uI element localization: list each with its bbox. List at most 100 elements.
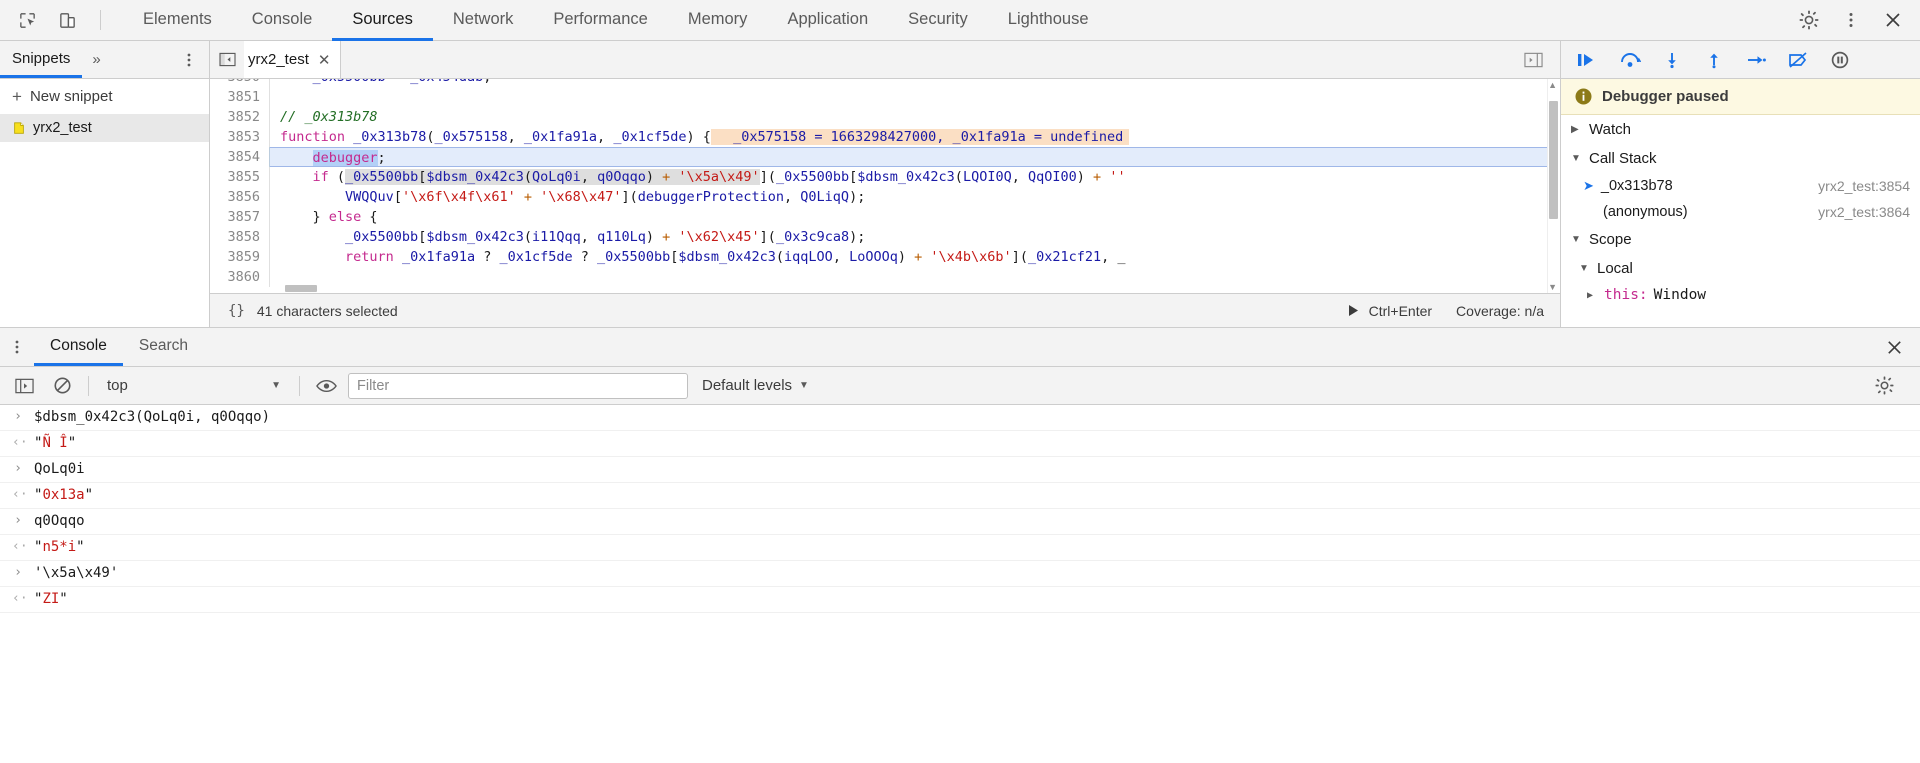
tab-performance[interactable]: Performance (533, 1, 667, 41)
editor-tab-close-icon[interactable]: ✕ (318, 51, 331, 69)
drawer-close-icon[interactable] (1869, 328, 1920, 366)
console-filter-input[interactable] (348, 372, 688, 399)
result-arrow-icon: ‹· (12, 435, 28, 450)
console-input-message[interactable]: › QoLq0i (0, 457, 1920, 483)
line-number[interactable]: 3857 (210, 207, 270, 227)
line-content[interactable]: debugger; (270, 147, 1560, 167)
console-sidebar-button[interactable] (8, 372, 40, 400)
line-content[interactable]: } else { (270, 207, 1560, 227)
console-input-message[interactable]: › $dbsm_0x42c3(QoLq0i, q0Oqqo) (0, 405, 1920, 431)
code-line-3852[interactable]: 3852 // _0x313b78 (210, 107, 1560, 127)
tab-console[interactable]: Console (232, 1, 333, 41)
tab-application[interactable]: Application (767, 1, 888, 41)
device-toolbar-icon[interactable] (54, 7, 80, 33)
show-navigator-icon[interactable] (210, 52, 244, 67)
line-content[interactable]: _0x5500bb[$dbsm_0x42c3(i11Qqq, q110Lq) +… (270, 227, 1560, 247)
line-number[interactable]: 3853 (210, 127, 270, 147)
clear-console-button[interactable] (46, 372, 78, 400)
call-stack-frame-1[interactable]: (anonymous) yrx2_test:3864 (1561, 199, 1920, 225)
tab-network[interactable]: Network (433, 1, 534, 41)
section-watch[interactable]: ▶ Watch (1561, 115, 1920, 144)
line-content[interactable] (270, 87, 1560, 107)
code-line-3856[interactable]: 3856 VWQQuv['\x6f\x4f\x61' + '\x68\x47']… (210, 187, 1560, 207)
tab-sources[interactable]: Sources (332, 1, 433, 41)
editor-horizontal-scrollbar[interactable] (271, 283, 1546, 293)
tab-security[interactable]: Security (888, 1, 988, 41)
run-snippet-button[interactable]: Ctrl+Enter (1347, 303, 1432, 319)
tab-elements[interactable]: Elements (123, 1, 232, 41)
deactivate-breakpoints-button[interactable] (1779, 45, 1817, 75)
step-button[interactable] (1737, 45, 1775, 75)
console-output-message[interactable]: ‹· "0x13a" (0, 483, 1920, 509)
code-line-3859[interactable]: 3859 return _0x1fa91a ? _0x1cf5de ? _0x5… (210, 247, 1560, 267)
code-line-3858[interactable]: 3858 _0x5500bb[$dbsm_0x42c3(i11Qqq, q110… (210, 227, 1560, 247)
scroll-up-arrow-icon[interactable]: ▲ (1548, 80, 1557, 90)
console-levels-select[interactable]: Default levels ▼ (694, 377, 809, 394)
settings-gear-icon[interactable] (1796, 7, 1822, 33)
close-devtools-icon[interactable] (1880, 7, 1906, 33)
editor-vertical-scrollbar[interactable]: ▲ ▼ (1547, 79, 1560, 293)
tab-memory[interactable]: Memory (668, 1, 768, 41)
line-number[interactable]: 3850 (210, 79, 270, 87)
console-output-message[interactable]: ‹· "n5*i" (0, 535, 1920, 561)
code-line-3855[interactable]: 3855 if (_0x5500bb[$dbsm_0x42c3(QoLq0i, … (210, 167, 1560, 187)
snippet-item-yrx2-test[interactable]: yrx2_test (0, 114, 209, 142)
line-number[interactable]: 3859 (210, 247, 270, 267)
drawer-more-options-icon[interactable] (0, 328, 34, 366)
more-options-icon[interactable] (1838, 7, 1864, 33)
line-content[interactable]: return _0x1fa91a ? _0x1cf5de ? _0x5500bb… (270, 247, 1560, 267)
drawer-tab-search[interactable]: Search (123, 328, 204, 366)
tab-snippets[interactable]: Snippets (0, 41, 83, 78)
section-call-stack[interactable]: ▼ Call Stack (1561, 144, 1920, 173)
resume-script-button[interactable] (1569, 45, 1607, 75)
call-stack-frame-0[interactable]: ➤ _0x313b78 yrx2_test:3854 (1561, 173, 1920, 199)
editor-tab-yrx2-test[interactable]: yrx2_test ✕ (244, 41, 342, 78)
line-number[interactable]: 3855 (210, 167, 270, 187)
tab-lighthouse[interactable]: Lighthouse (988, 1, 1109, 41)
step-over-button[interactable] (1611, 45, 1649, 75)
console-output-message[interactable]: ‹· "ZI" (0, 587, 1920, 613)
step-out-button[interactable] (1695, 45, 1733, 75)
line-content[interactable]: _0x5500bb = _0x454dab; (270, 79, 1560, 87)
code-line-3851[interactable]: 3851 (210, 87, 1560, 107)
line-number[interactable]: 3851 (210, 87, 270, 107)
line-number[interactable]: 3852 (210, 107, 270, 127)
console-output-message[interactable]: ‹· "Ñ Î" (0, 431, 1920, 457)
code-token: _0x21cf21 (1027, 249, 1102, 265)
new-snippet-button[interactable]: + New snippet (0, 79, 209, 114)
line-content[interactable]: if (_0x5500bb[$dbsm_0x42c3(QoLq0i, q0Oqq… (270, 167, 1560, 187)
editor-status-right: Ctrl+Enter Coverage: n/a (1347, 303, 1560, 319)
line-number[interactable]: 3860 (210, 267, 270, 287)
scroll-down-arrow-icon[interactable]: ▼ (1548, 282, 1557, 292)
line-content[interactable]: VWQQuv['\x6f\x4f\x61' + '\x68\x47'](debu… (270, 187, 1560, 207)
inspect-element-icon[interactable] (14, 7, 40, 33)
pretty-print-button[interactable]: {} (210, 303, 257, 319)
line-content[interactable]: function _0x313b78(_0x575158, _0x1fa91a,… (270, 127, 1560, 147)
section-scope[interactable]: ▼ Scope (1561, 225, 1920, 254)
drawer-tab-console[interactable]: Console (34, 328, 123, 366)
pause-on-exceptions-button[interactable] (1821, 45, 1859, 75)
code-line-3854[interactable]: 3854 debugger; (210, 147, 1560, 167)
console-settings-button[interactable] (1868, 372, 1900, 400)
console-drawer: Console Search top ▼ Filter Default leve… (0, 328, 1920, 763)
code-line-3853[interactable]: 3853 function _0x313b78(_0x575158, _0x1fa… (210, 127, 1560, 147)
show-debugger-sidebar-icon[interactable] (1516, 52, 1550, 68)
line-number[interactable]: 3856 (210, 187, 270, 207)
line-number[interactable]: 3854 (210, 147, 270, 167)
line-content[interactable]: // _0x313b78 (270, 107, 1560, 127)
scope-entry-this[interactable]: ▶ this: Window (1561, 283, 1920, 307)
editor-scroll-thumb[interactable] (1549, 101, 1558, 219)
line-number[interactable]: 3858 (210, 227, 270, 247)
live-expression-button[interactable] (310, 372, 342, 400)
navigator-more-tabs[interactable]: » (82, 51, 110, 68)
code-line-3857[interactable]: 3857 } else { (210, 207, 1560, 227)
editor-hscroll-thumb[interactable] (285, 285, 317, 292)
scope-local-group[interactable]: ▼ Local (1561, 254, 1920, 283)
console-input-message[interactable]: › '\x5a\x49' (0, 561, 1920, 587)
code-line-3850[interactable]: 3850 _0x5500bb = _0x454dab; (210, 79, 1560, 87)
navigator-more-options-icon[interactable] (169, 52, 209, 68)
step-into-button[interactable] (1653, 45, 1691, 75)
console-input-message[interactable]: › q0Oqqo (0, 509, 1920, 535)
console-context-select[interactable]: top ▼ (99, 377, 289, 394)
code-editor[interactable]: 3850 _0x5500bb = _0x454dab;38513852// _0… (210, 79, 1560, 293)
